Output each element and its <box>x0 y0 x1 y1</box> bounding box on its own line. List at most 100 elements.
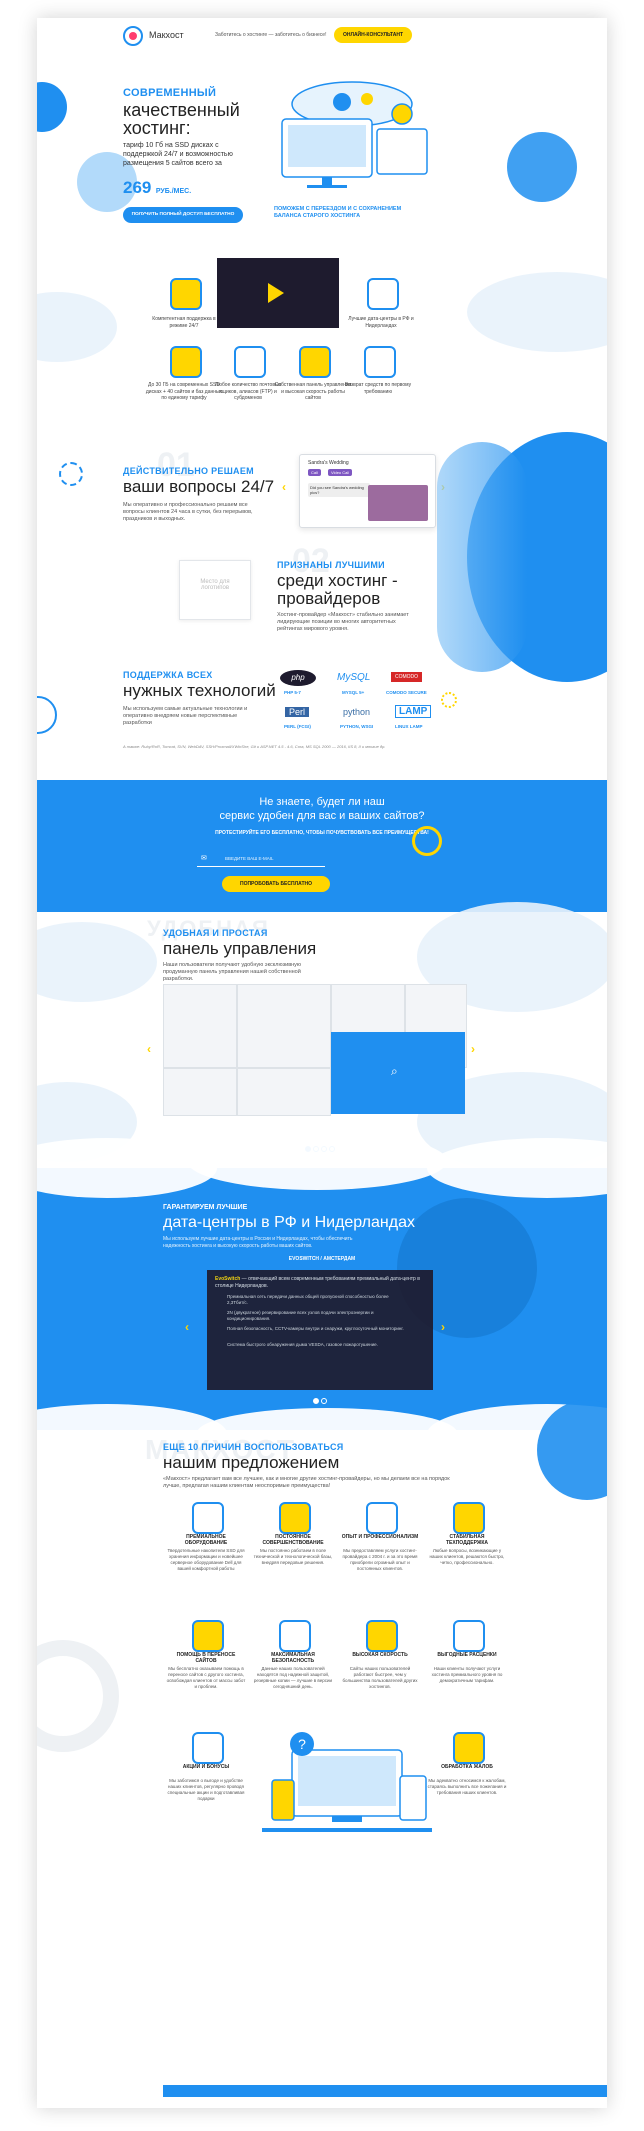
datacenter-pagination <box>313 1398 329 1404</box>
complaint-icon <box>453 1732 485 1764</box>
best-small-title: ПРИЗНАНЫ ЛУЧШИМИ <box>277 560 385 570</box>
datacenter-bullet-3: Полная безопасность, CCTV-камеры внутри … <box>227 1326 404 1331</box>
perl-logo: Perl <box>285 707 310 717</box>
datacenter-card-text: EvoSwitch — отвечающий всем современным … <box>215 1276 425 1289</box>
video-player[interactable] <box>217 258 339 328</box>
reason-title-1: ПРЕМИАЛЬНОЕ ОБОРУДОВАНИЕ <box>184 1534 228 1546</box>
best-big-title-2: провайдеров <box>277 589 381 608</box>
reason-title-8: ВЫГОДНЫЕ РАСЦЕНКИ <box>437 1652 497 1658</box>
reason-text-4: Любые вопросы, возникающие у наших клиен… <box>429 1548 505 1565</box>
datacenters-section: ГАРАНТИРУЕМ ЛУЧШИЕ дата-центры в РФ и Ни… <box>37 1132 607 1464</box>
chat-support-icon <box>170 278 202 310</box>
panel-screenshot-2[interactable] <box>237 984 331 1068</box>
hero-section: СОВРЕМЕННЫЙ качественный хостинг: тариф … <box>37 52 607 252</box>
best-section: Место для логотипов 02 ПРИЗНАНЫ ЛУЧШИМИ … <box>37 432 607 682</box>
hero-line1: СОВРЕМЕННЫЙ <box>123 87 217 99</box>
panel-screenshot-active[interactable]: ⌕ <box>331 1032 465 1114</box>
reason-title-2: ПОСТОЯННОЕ СОВЕРШЕНСТВОВАНИЕ <box>262 1534 324 1546</box>
sun-decor-icon <box>59 462 83 486</box>
datacenter-tabs[interactable]: EVOSWITCH / АМСТЕРДАМ <box>37 1256 607 1262</box>
datacenter-dot-2[interactable] <box>321 1398 327 1404</box>
reason-text-3: Мы предоставляем услуги хостинг-провайде… <box>342 1548 418 1571</box>
play-icon[interactable] <box>268 283 284 303</box>
hero-price-unit: РУБ./МЕС. <box>155 188 192 195</box>
solve-big-title: ваши вопросы 24/7 <box>123 477 275 496</box>
trial-title-1: Не знаете, будет ли наш <box>259 796 385 808</box>
try-free-button[interactable]: ПОПРОБОВАТЬ БЕСПЛАТНО <box>222 876 330 892</box>
panel-small-title: УДОБНАЯ И ПРОСТАЯ <box>163 928 268 938</box>
reason-title-9: АКЦИИ И БОНУСЫ <box>182 1764 230 1770</box>
chat-message: Did you see Sandra's wedding pics? <box>308 483 370 497</box>
mysql-label: MYSQL 5+ <box>342 690 365 695</box>
datacenter-card-title: EvoSwitch <box>215 1276 241 1282</box>
mail-icon <box>234 346 266 378</box>
datacenter-small-title: ГАРАНТИРУЕМ ЛУЧШИЕ <box>163 1204 248 1211</box>
hero-price: 269 РУБ./МЕС. <box>123 178 191 198</box>
hero-bubble-decor-right <box>507 132 577 202</box>
logo-icon[interactable] <box>123 26 143 46</box>
hero-cta-button[interactable]: ПОЛУЧИТЬ ПОЛНЫЙ ДОСТУП БЕСПЛАТНО <box>123 207 243 223</box>
panel-section: УДОБНАЯ УДОБНАЯ И ПРОСТАЯ панель управле… <box>37 902 607 1172</box>
shield-icon <box>279 1620 311 1652</box>
reason-text-9: Мы заботимся о выгоде и удобстве наших к… <box>167 1778 245 1801</box>
chat-call-button[interactable]: Call <box>308 469 321 476</box>
hero-desc: тариф 10 Гб на SSD дисках с поддержкой 2… <box>123 142 233 167</box>
panel-next-arrow[interactable]: › <box>471 1042 475 1056</box>
zoom-icon[interactable]: ⌕ <box>391 1064 398 1079</box>
tech-section: ПОДДЕРЖКА ВСЕХ нужных технологий Мы испо… <box>37 662 607 772</box>
chat-window: Sandra's Wedding Call Video Call Did you… <box>299 454 436 528</box>
datacenter-next-arrow[interactable]: › <box>441 1320 445 1334</box>
best-desc: Хостинг-провайдер «Макхост» стабильно за… <box>277 612 409 632</box>
sun-decor-icon-2 <box>441 692 457 708</box>
server-icon <box>192 1502 224 1534</box>
ring-decor <box>412 826 442 856</box>
reasons-section: МАКХОСТ ЕЩЕ 10 ПРИЧИН ВОСПОЛЬЗОВАТЬСЯ на… <box>37 1400 607 2108</box>
reasons-illustration: ? <box>262 1730 432 1840</box>
online-consultant-button[interactable]: ОНЛАЙН-КОНСУЛЬТАНТ <box>334 27 412 43</box>
datacenter-big-title: дата-центры в РФ и Нидерландах <box>163 1214 415 1231</box>
panel-prev-arrow[interactable]: ‹ <box>147 1042 151 1056</box>
header-tagline: Заботитесь о хостинге — заботитесь о биз… <box>215 32 327 38</box>
python-logo: python <box>343 707 371 717</box>
feature-support-text: Компетентная поддержка в режиме 24/7 <box>152 316 216 329</box>
reasons-ring-decor <box>37 1640 119 1752</box>
datacenter-bullet-1: Премиальная сеть передачи данных общей п… <box>227 1294 389 1305</box>
chat-video-button[interactable]: Video Call <box>328 469 353 476</box>
reason-title-10: ОБРАБОТКА ЖАЛОБ <box>441 1764 493 1770</box>
wrench-icon <box>453 1502 485 1534</box>
datacenter-desc: Мы используем лучшие дата-центры в Росси… <box>163 1236 353 1249</box>
hero-line3: хостинг: <box>123 118 191 138</box>
panel-screenshot-1[interactable] <box>163 984 237 1068</box>
panel-screenshot-5[interactable] <box>163 1068 237 1116</box>
hero-note: ПОМОЖЕМ С ПЕРЕЕЗДОМ И С СОХРАНЕНИЕМ БАЛА… <box>274 206 402 219</box>
email-placeholder: ВВЕДИТЕ ВАШ E-MAIL <box>225 856 274 861</box>
feature-datacenter-text: Лучшие дата-центры в РФ и Нидерландах <box>348 316 414 329</box>
logo-text[interactable]: Макхост <box>149 30 184 40</box>
feature-refund-text: Возврат средств по первому требованию <box>344 382 412 395</box>
python-label: PYTHON, WSGI <box>340 724 374 729</box>
hero-price-value: 269 <box>123 178 152 197</box>
reasons-small-title: ЕЩЕ 10 ПРИЧИН ВОСПОЛЬЗОВАТЬСЯ <box>163 1442 344 1452</box>
datacenter-dot-1[interactable] <box>313 1398 319 1404</box>
hero-line2: качественный <box>123 100 240 120</box>
perl-label: PERL (FCGI) <box>284 724 311 729</box>
reason-text-2: Мы постоянно работаем в поле технической… <box>253 1548 333 1565</box>
datacenter-card-body: — отвечающий всем современным требования… <box>215 1276 420 1289</box>
logos-placeholder-text: Место для логотипов <box>200 579 230 591</box>
datacenter-prev-arrow[interactable]: ‹ <box>185 1320 189 1334</box>
comodo-logo: COMODO <box>391 672 423 682</box>
panel-screenshot-6[interactable] <box>237 1068 331 1116</box>
svg-text:?: ? <box>298 1736 306 1752</box>
reason-title-6: МАКСИМАЛЬНАЯ БЕЗОПАСНОСТЬ <box>271 1652 315 1664</box>
chat-prev-arrow[interactable]: ‹ <box>282 480 286 494</box>
reasons-bottom-bar <box>163 2085 607 2097</box>
solve-small-title: ДЕЙСТВИТЕЛЬНО РЕШАЕМ <box>123 466 254 476</box>
best-circle-decor-2 <box>437 442 527 672</box>
email-input[interactable]: ✉ ВВЕДИТЕ ВАШ E-MAIL <box>197 852 325 867</box>
reason-title-5: ПОМОЩЬ В ПЕРЕНОСЕ САЙТОВ <box>176 1652 236 1664</box>
speed-icon <box>366 1620 398 1652</box>
datacenter-bullet-4: Система быстрого обнаружения дыма VESDA,… <box>227 1342 378 1347</box>
star-icon <box>366 1502 398 1534</box>
hero-illustration <box>252 74 452 194</box>
reasons-big-title: нашим предложением <box>163 1453 340 1472</box>
